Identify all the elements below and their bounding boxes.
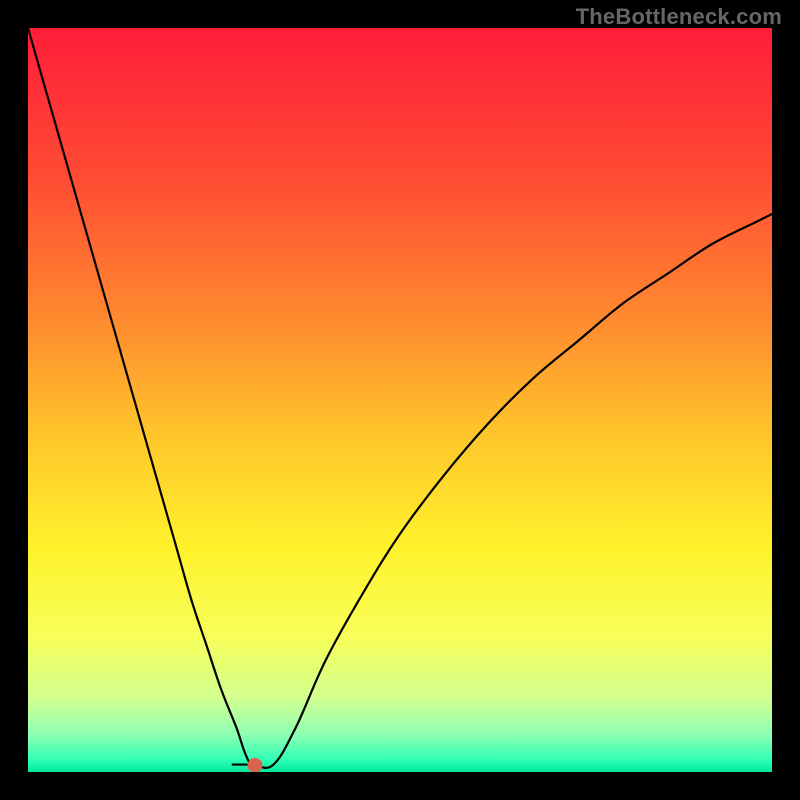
plot-area [28,28,772,772]
gradient-background [28,28,772,772]
watermark-text: TheBottleneck.com [576,4,782,30]
bottleneck-chart [28,28,772,772]
chart-frame: TheBottleneck.com [0,0,800,800]
